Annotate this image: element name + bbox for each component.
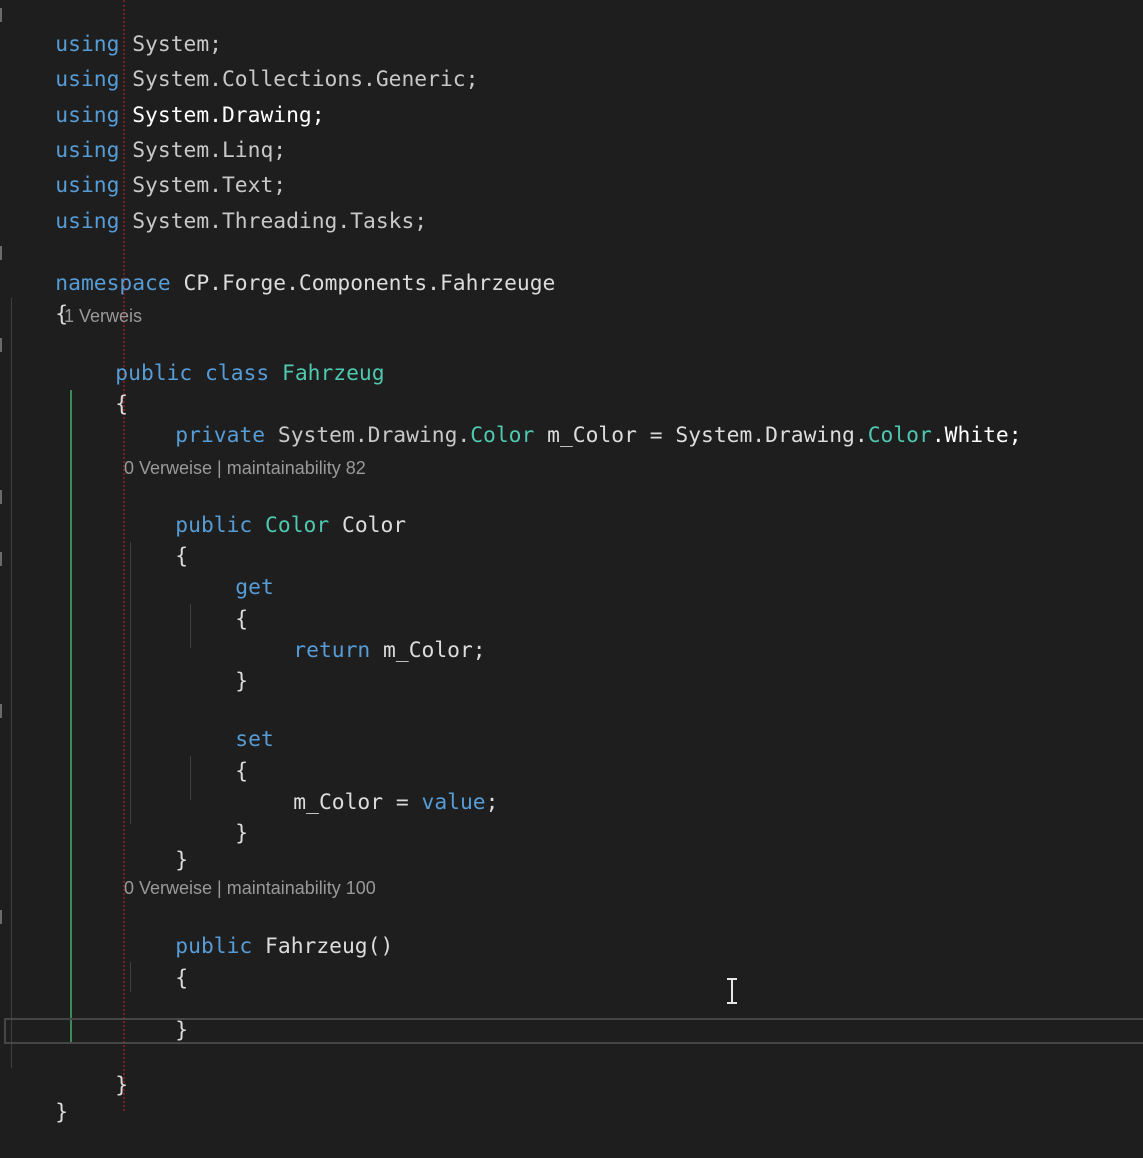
code-line-using-linq: using System.Linq; — [55, 138, 287, 163]
code-line-namespace-open: { — [55, 302, 69, 327]
code-line-field-m-color: private System.Drawing.Color m_Color = S… — [175, 423, 1022, 448]
code-line-get-open: { — [235, 607, 249, 632]
code-editor[interactable]: using System; using System.Collections.G… — [0, 0, 1143, 1125]
fold-marker[interactable] — [0, 490, 2, 504]
indent-guide-class — [70, 390, 72, 1042]
code-line-set-open: { — [235, 759, 249, 784]
code-line-using-collections: using System.Collections.Generic; — [55, 67, 479, 92]
code-line-property-close: } — [175, 848, 189, 873]
code-line-set: set — [235, 727, 274, 752]
code-line-namespace: namespace CP.Forge.Components.Fahrzeuge — [55, 271, 556, 296]
code-line-class-close: } — [115, 1073, 129, 1098]
fold-marker[interactable] — [0, 246, 2, 260]
indent-guide-namespace — [11, 298, 12, 1068]
code-line-assign: m_Color = value; — [293, 790, 499, 815]
codelens-property-references[interactable]: 0 Verweise | maintainability 82 — [124, 457, 366, 479]
code-line-class-open: { — [115, 392, 129, 417]
fold-marker[interactable] — [0, 910, 2, 924]
code-line-constructor-open: { — [175, 966, 189, 991]
code-line-using-drawing: using System.Drawing; — [55, 103, 325, 128]
code-line-using-system: using System; — [55, 32, 222, 57]
fold-marker[interactable] — [0, 552, 2, 566]
text-cursor-ibeam-icon — [724, 978, 740, 1004]
fold-marker[interactable] — [0, 8, 2, 22]
code-line-return: return m_Color; — [293, 638, 486, 663]
code-line-property-open: { — [175, 544, 189, 569]
code-line-using-tasks: using System.Threading.Tasks; — [55, 209, 428, 234]
fold-marker[interactable] — [0, 338, 2, 352]
code-line-constructor-declaration: public Fahrzeug() — [175, 934, 394, 959]
codelens-constructor-references[interactable]: 0 Verweise | maintainability 100 — [124, 877, 376, 899]
code-line-get-close: } — [235, 669, 249, 694]
code-line-constructor-close: } — [175, 1018, 189, 1043]
code-line-set-close: } — [235, 821, 249, 846]
fold-marker[interactable] — [0, 704, 2, 718]
codelens-class-references[interactable]: 1 Verweis — [64, 305, 142, 327]
code-line-get: get — [235, 575, 274, 600]
code-line-using-text: using System.Text; — [55, 173, 287, 198]
code-line-class-declaration: public class Fahrzeug — [115, 361, 385, 386]
code-line-namespace-close: } — [55, 1100, 69, 1125]
code-line-property-declaration: public Color Color — [175, 513, 407, 538]
